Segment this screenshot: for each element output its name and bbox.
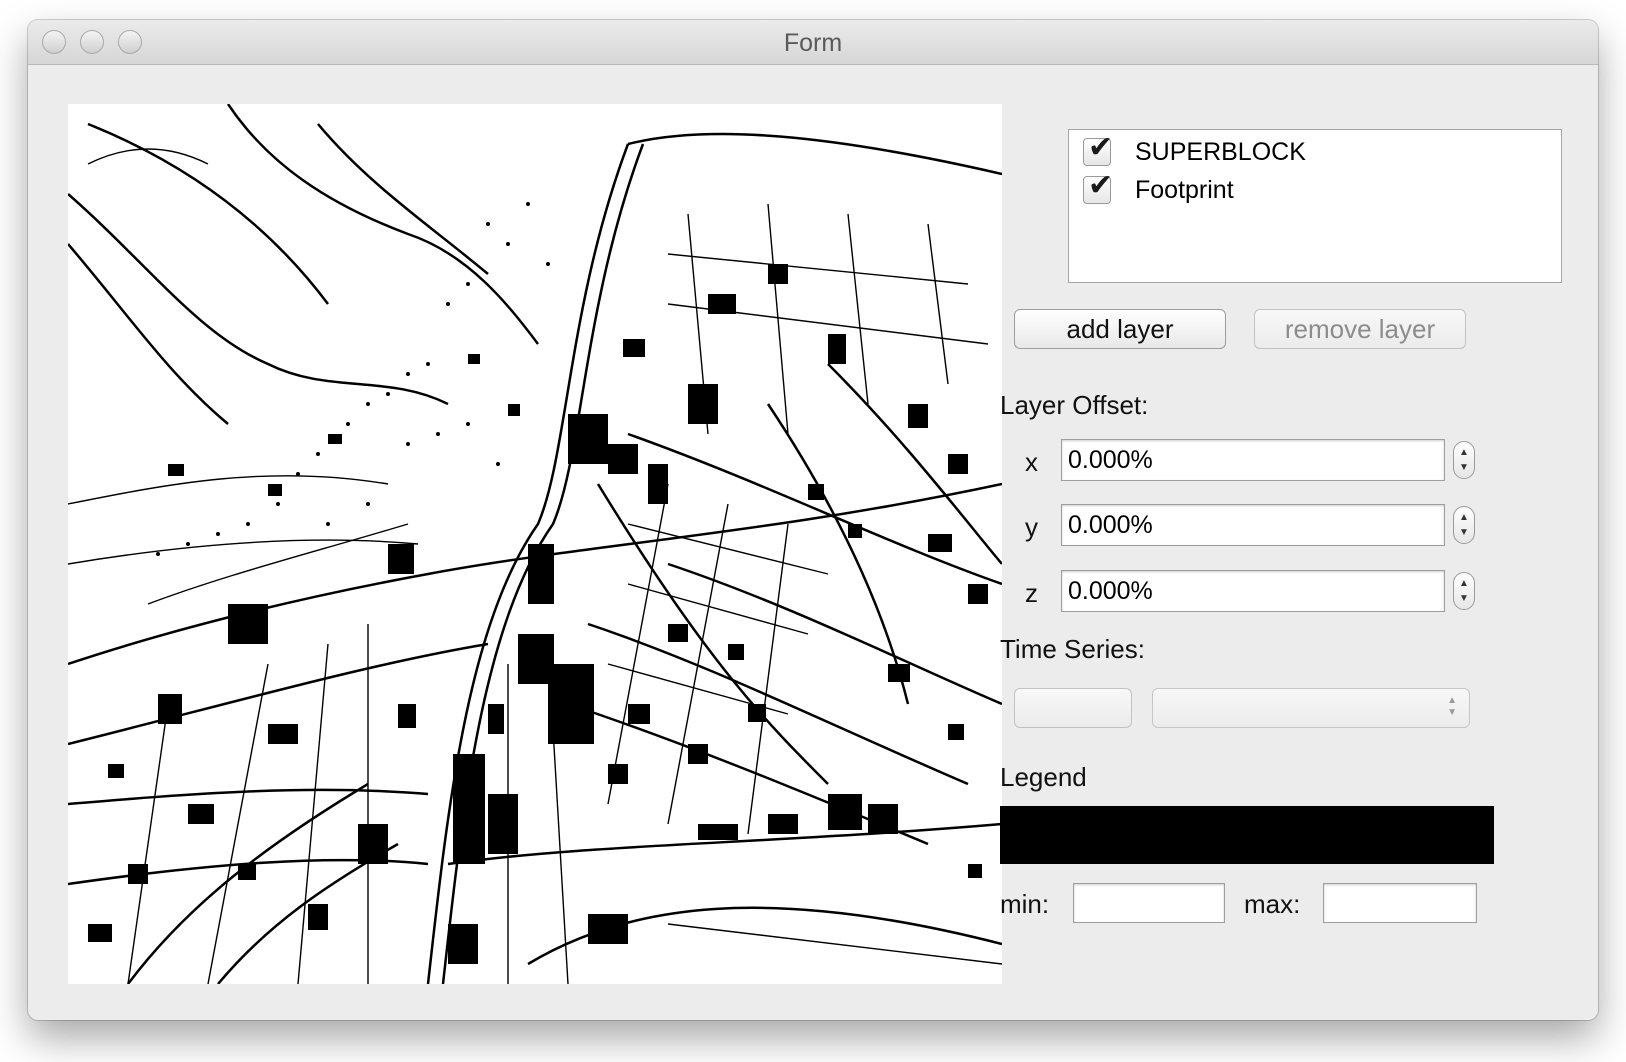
- layer-label: Footprint: [1135, 175, 1234, 204]
- x-offset-field[interactable]: 0.000%: [1061, 439, 1445, 481]
- check-icon: ✔: [1088, 169, 1114, 202]
- form-window: Form ✔ SUPERBLOCK ✔ Footprint add layer …: [28, 20, 1598, 1020]
- spin-up-icon: ▲: [1459, 447, 1469, 458]
- min-label: min:: [1000, 889, 1050, 919]
- y-offset-stepper[interactable]: ▲ ▼: [1453, 506, 1475, 544]
- max-label: max:: [1244, 889, 1301, 919]
- title-bar: Form: [28, 20, 1598, 65]
- spin-down-icon: ▼: [1459, 462, 1469, 473]
- layer-list[interactable]: ✔ SUPERBLOCK ✔ Footprint: [1068, 129, 1562, 283]
- remove-layer-button[interactable]: remove layer: [1254, 309, 1466, 349]
- max-field[interactable]: [1323, 883, 1477, 923]
- min-field[interactable]: [1073, 883, 1225, 923]
- x-label: x: [1025, 447, 1038, 477]
- legend-color-bar: [1000, 806, 1494, 864]
- z-offset-stepper[interactable]: ▲ ▼: [1453, 572, 1475, 610]
- check-icon: ✔: [1088, 131, 1114, 164]
- y-label: y: [1025, 512, 1038, 542]
- layer-checkbox[interactable]: ✔: [1083, 133, 1113, 166]
- layer-label: SUPERBLOCK: [1135, 137, 1306, 166]
- layer-item-superblock[interactable]: ✔ SUPERBLOCK: [1083, 133, 1306, 170]
- y-offset-field[interactable]: 0.000%: [1061, 504, 1445, 546]
- add-layer-button[interactable]: add layer: [1014, 309, 1226, 349]
- layer-item-footprint[interactable]: ✔ Footprint: [1083, 171, 1234, 208]
- time-series-heading: Time Series:: [1000, 634, 1145, 664]
- chevron-up-down-icon: ▲ ▼: [1447, 695, 1457, 718]
- layer-checkbox[interactable]: ✔: [1083, 171, 1113, 204]
- time-series-select[interactable]: ▲ ▼: [1152, 688, 1470, 728]
- z-label: z: [1025, 578, 1038, 608]
- x-offset-stepper[interactable]: ▲ ▼: [1453, 441, 1475, 479]
- spin-down-icon: ▼: [1459, 593, 1469, 604]
- spin-down-icon: ▼: [1459, 527, 1469, 538]
- z-offset-field[interactable]: 0.000%: [1061, 570, 1445, 612]
- window-title: Form: [783, 29, 843, 57]
- spin-up-icon: ▲: [1459, 578, 1469, 589]
- layer-offset-heading: Layer Offset:: [1000, 390, 1149, 420]
- map-canvas[interactable]: [68, 104, 1002, 984]
- legend-heading: Legend: [1000, 762, 1087, 792]
- spin-up-icon: ▲: [1459, 512, 1469, 523]
- time-series-button[interactable]: [1014, 688, 1132, 728]
- city-map: [68, 104, 1002, 984]
